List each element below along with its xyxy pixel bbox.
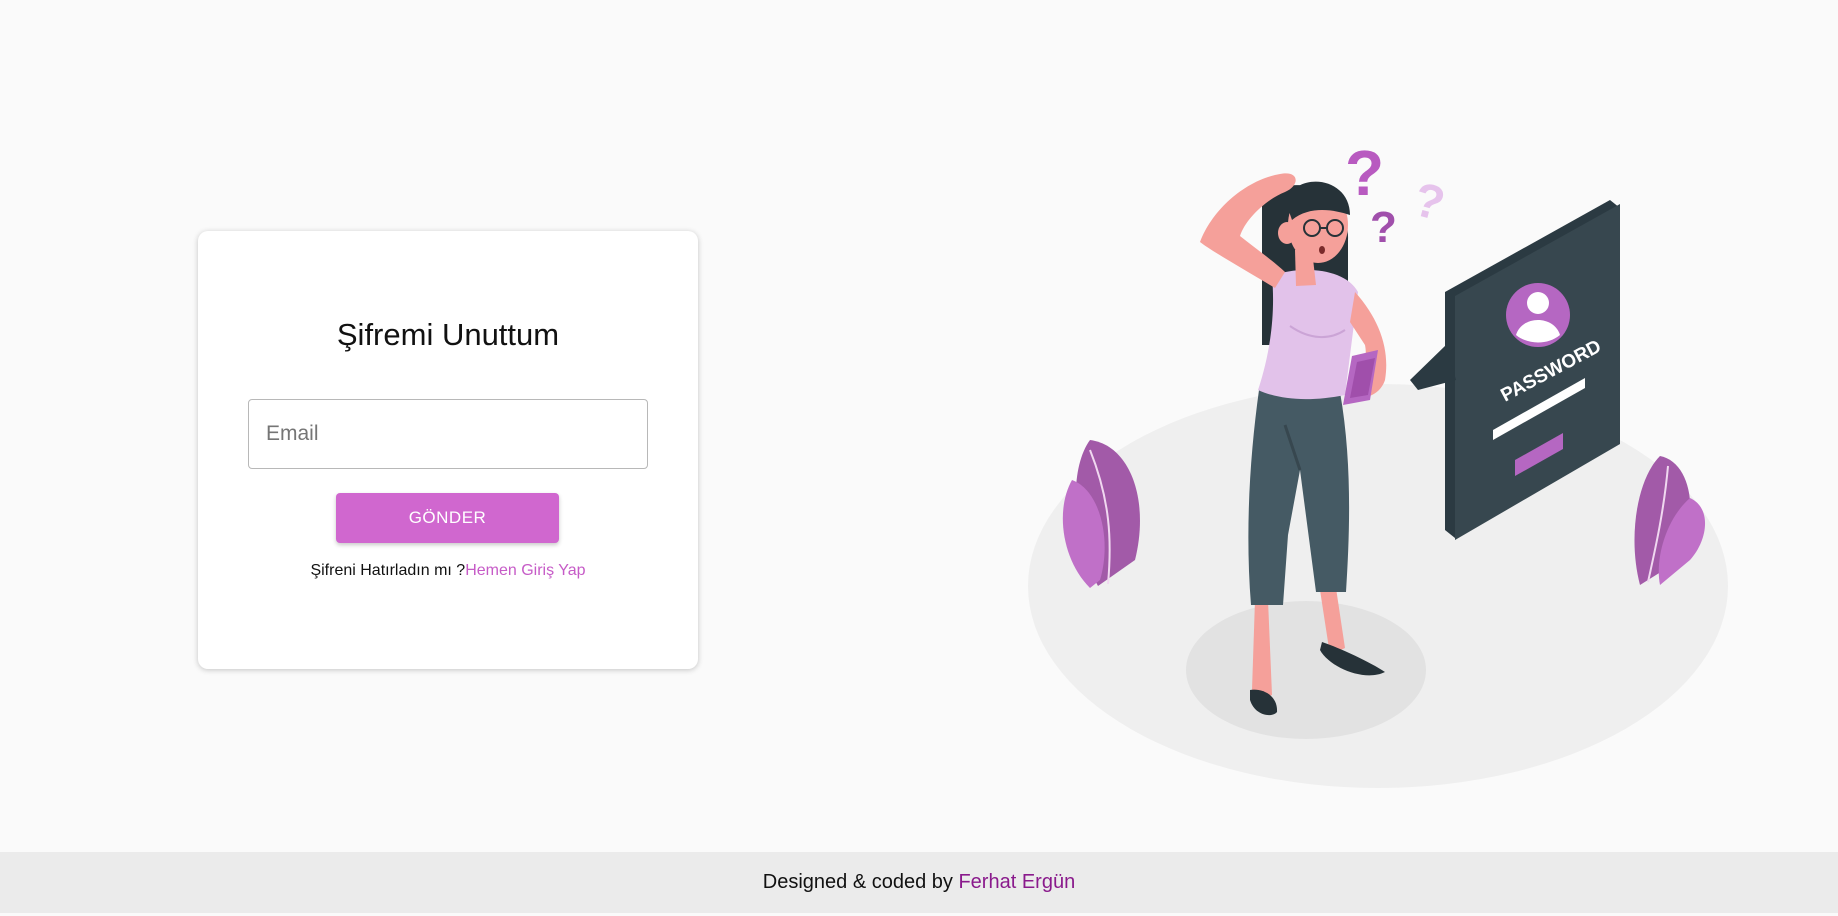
author-link[interactable]: Ferhat Ergün: [958, 871, 1075, 893]
footer: Designed & coded by Ferhat Ergün: [0, 852, 1838, 913]
forgot-password-illustration: PASSWORD ? ? ?: [1028, 137, 1728, 788]
remember-text: Şifreni Hatırladın mı ?: [310, 562, 466, 579]
email-input[interactable]: [248, 399, 648, 469]
ground-ellipse: [1028, 384, 1728, 788]
question-mark-medium: ?: [1370, 203, 1397, 252]
forgot-password-card: Şifremi Unuttum GÖNDER Şifreni Hatırladı…: [198, 231, 698, 669]
question-mark-large: ?: [1345, 137, 1384, 209]
remember-row: Şifreni Hatırladın mı ?Hemen Giriş Yap: [198, 562, 698, 580]
submit-button[interactable]: GÖNDER: [336, 493, 559, 543]
question-mark-light: ?: [1408, 173, 1450, 232]
login-link[interactable]: Hemen Giriş Yap: [465, 562, 585, 579]
credit-text: Designed & coded by: [762, 871, 959, 893]
page-title: Şifremi Unuttum: [336, 317, 560, 352]
shadow-ellipse: [1186, 601, 1426, 739]
